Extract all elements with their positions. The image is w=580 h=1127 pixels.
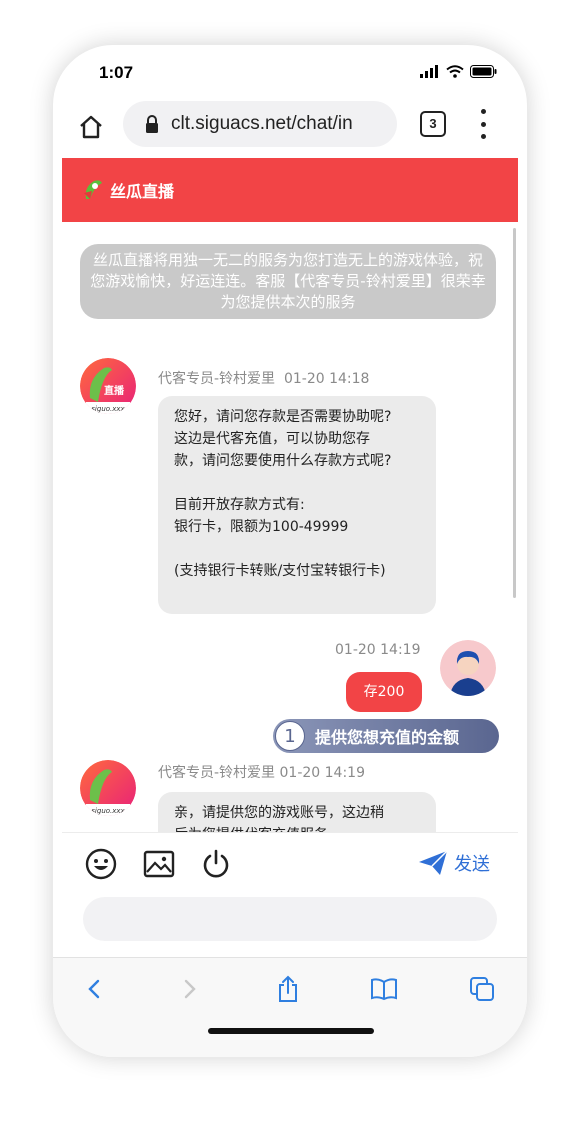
forward-icon: [184, 979, 196, 999]
message-input[interactable]: [83, 897, 497, 941]
app-header: 丝瓜直播: [62, 158, 518, 222]
browser-bottom-bar: [53, 957, 527, 1057]
welcome-notice: 丝瓜直播将用独一无二的服务为您打造无上的游戏体验，祝您游戏愉快，好运连连。客服【…: [80, 244, 496, 319]
status-time: 1:07: [99, 63, 134, 82]
send-icon: [419, 850, 448, 875]
user-message-bubble: 存200: [346, 672, 422, 712]
message-time: 01-20 14:19: [279, 765, 365, 781]
send-label: 发送: [454, 854, 490, 875]
end-chat-button[interactable]: [199, 847, 233, 881]
sender-name: 代客专员-铃村爱里: [158, 765, 276, 781]
tip-text: 提供您想充值的金额: [315, 728, 460, 747]
quick-reply-tip[interactable]: 1 提供您想充值的金额: [273, 719, 499, 753]
share-icon: [279, 975, 297, 1002]
battery-icon: [470, 65, 497, 78]
send-button[interactable]: 发送: [418, 850, 490, 876]
avatar-logo-domain: siguo.xxx: [91, 405, 125, 413]
back-button[interactable]: [77, 972, 111, 1006]
status-icons: [420, 65, 497, 78]
share-button[interactable]: [271, 972, 305, 1006]
message-meta: 代客专员-铃村爱里 01-20 14:19: [158, 762, 365, 782]
home-indicator: [208, 1028, 374, 1034]
tip-number: 1: [275, 721, 305, 751]
power-icon: [203, 849, 229, 878]
tab-switcher-button[interactable]: 3: [420, 111, 446, 137]
sender-name: 代客专员-铃村爱里: [158, 371, 276, 387]
agent-message-bubble: 您好，请问您存款是否需要协助呢? 这边是代客充值，可以协助您存 款，请问您要使用…: [158, 396, 436, 614]
user-message-time: 01-20 14:19: [335, 642, 421, 658]
chat-toolbar: 发送: [62, 832, 518, 895]
message-time: 01-20 14:18: [283, 371, 370, 387]
browser-toolbar: clt.siguacs.net/chat/in 3: [53, 97, 527, 157]
more-icon[interactable]: [471, 109, 495, 139]
user-avatar: [440, 640, 496, 696]
tabs-icon: [470, 977, 494, 1001]
home-button[interactable]: [73, 109, 109, 145]
phone-frame: 1:07 clt.siguacs.net/chat/in 3 丝瓜直播 丝瓜直播…: [53, 45, 527, 1057]
message-meta: 代客专员-铃村爱里 01-20 14:18: [158, 368, 369, 388]
bookmarks-icon: [371, 978, 397, 1001]
tabs-button[interactable]: [465, 972, 499, 1006]
forward-button[interactable]: [173, 972, 207, 1006]
emoji-button[interactable]: [84, 847, 118, 881]
signal-icon: [420, 65, 438, 78]
image-button[interactable]: [142, 847, 176, 881]
url-text: clt.siguacs.net/chat/in: [171, 113, 353, 134]
emoji-icon: [85, 848, 117, 880]
avatar-logo-text: 直播: [104, 384, 125, 397]
address-bar[interactable]: clt.siguacs.net/chat/in: [123, 101, 397, 147]
status-bar: 1:07: [53, 45, 527, 97]
chat-scrollbar[interactable]: [513, 228, 516, 598]
agent-avatar: siguo.xxx: [80, 760, 136, 816]
bookmarks-button[interactable]: [367, 972, 401, 1006]
image-icon: [143, 850, 175, 878]
logo-icon: [80, 177, 106, 203]
chat-area[interactable]: 丝瓜直播将用独一无二的服务为您打造无上的游戏体验，祝您游戏愉快，好运连连。客服【…: [62, 222, 518, 832]
app-title: 丝瓜直播: [110, 182, 175, 201]
home-icon: [80, 115, 102, 139]
lock-icon: [145, 115, 159, 133]
wifi-icon: [446, 65, 464, 78]
back-icon: [88, 979, 100, 999]
agent-message-bubble: 亲，请提供您的游戏账号，这边稍 后为您提供代客充值服务。: [158, 792, 436, 832]
agent-avatar: 直播 siguo.xxx: [80, 358, 136, 414]
avatar-logo-domain: siguo.xxx: [91, 807, 125, 815]
